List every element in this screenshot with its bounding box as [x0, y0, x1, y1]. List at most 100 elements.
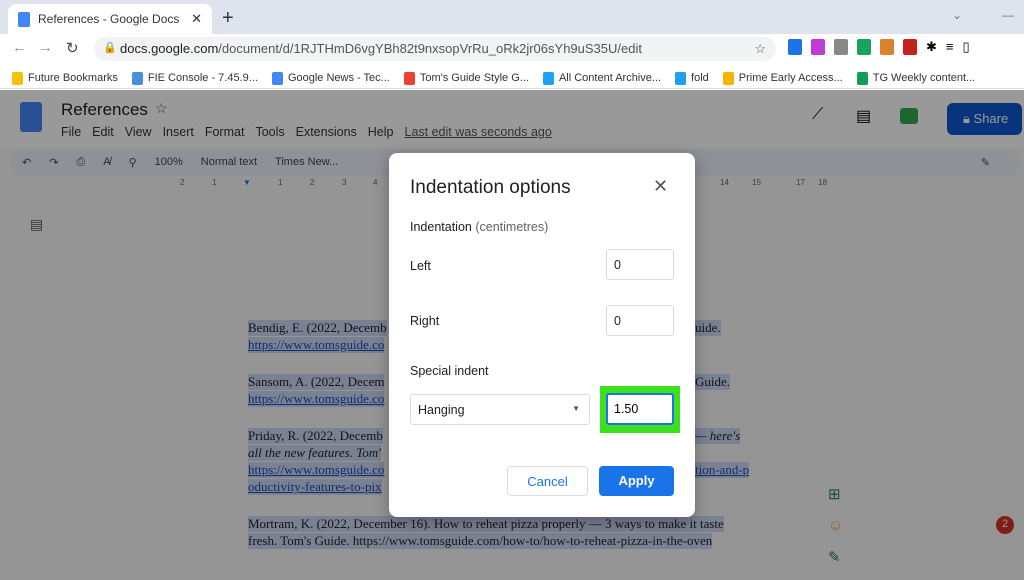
style-select[interactable]: Normal text — [201, 156, 257, 176]
cancel-button[interactable]: Cancel — [507, 466, 588, 496]
doc-text-line: fresh. Tom's Guide. https://www.tomsguid… — [248, 533, 713, 549]
add-comment-icon[interactable]: ⊞ — [828, 485, 843, 503]
extension-icon[interactable] — [834, 39, 848, 55]
undo-icon[interactable]: ↶ — [22, 156, 31, 176]
right-label: Right — [410, 314, 440, 328]
document-title[interactable]: References — [61, 100, 148, 120]
unit-label: (centimetres) — [475, 220, 549, 234]
doc-text-line: Mortram, K. (2022, December 16). How to … — [248, 516, 724, 532]
special-indent-select[interactable]: Hanging ▼ — [410, 394, 590, 425]
lock-icon: 🔒︎ — [963, 111, 974, 126]
menu-edit[interactable]: Edit — [92, 125, 114, 139]
window-controls: ⌄ — — [952, 8, 1014, 22]
close-icon[interactable]: ✕ — [653, 176, 668, 197]
extensions: ✱ ≡ ▯ — [788, 39, 970, 55]
left-indent-input[interactable]: 0 — [606, 249, 674, 280]
close-tab-icon[interactable]: ✕ — [191, 11, 202, 27]
url-domain: docs.google.com — [120, 41, 219, 56]
doc-text-line: Bendig, E. (2022, Decemb — [248, 320, 387, 336]
special-indent-type: Hanging — [418, 403, 465, 417]
doc-link[interactable]: oductivity-features-to-pix — [248, 479, 382, 495]
menu-extensions[interactable]: Extensions — [296, 125, 357, 139]
spellcheck-icon[interactable]: A̸ — [103, 156, 110, 176]
url-input[interactable]: 🔒 docs.google.com/document/d/1RJTHmD6vgYB… — [94, 37, 776, 61]
extension-icon[interactable] — [857, 39, 871, 55]
section-label: Indentation — [410, 220, 472, 234]
star-icon[interactable]: ☆ — [754, 41, 766, 57]
edit-mode-icon[interactable]: ✎ — [981, 156, 990, 176]
outline-icon[interactable]: ▤ — [30, 216, 43, 233]
menu-file[interactable]: File — [61, 125, 81, 139]
ruler-tick: 1 — [278, 178, 283, 187]
menu-view[interactable]: View — [125, 125, 152, 139]
menu-tools[interactable]: Tools — [255, 125, 284, 139]
bookmark[interactable]: Tom's Guide Style G... — [403, 68, 529, 88]
bookmark-icon — [542, 71, 554, 85]
extension-icon[interactable] — [903, 39, 917, 55]
bookmark[interactable]: FIE Console - 7.45.9... — [131, 68, 258, 88]
bookmark-label: Future Bookmarks — [28, 72, 118, 84]
back-icon[interactable]: ← — [12, 39, 27, 56]
bookmark-icon — [675, 71, 687, 85]
special-indent-value-input[interactable]: 1.50 — [606, 393, 674, 425]
doc-link[interactable]: https://www.tomsguide.co — [248, 462, 385, 478]
sidebar-icon[interactable]: ▯ — [963, 39, 970, 55]
bookmark[interactable]: Prime Early Access... — [722, 68, 843, 88]
url-path: /document/d/1RJTHmD6vgYBh82t9nxsopVrRu_o… — [218, 41, 642, 56]
extension-icon[interactable] — [788, 39, 802, 55]
reload-icon[interactable]: ↻ — [66, 39, 79, 57]
paint-format-icon[interactable]: ⚲ — [129, 156, 137, 176]
ruler-tick: 2 — [180, 178, 185, 187]
menu-help[interactable]: Help — [368, 125, 394, 139]
doc-text-line: all the new features. Tom' — [248, 445, 381, 461]
docs-icon — [18, 11, 30, 27]
share-button[interactable]: 🔒︎ Share — [947, 103, 1022, 135]
ruler-tick: 4 — [373, 178, 378, 187]
suggest-edit-icon[interactable]: ✎ — [828, 548, 843, 566]
redo-icon[interactable]: ↷ — [49, 156, 58, 176]
doc-text-line: uide. — [695, 320, 721, 336]
emoji-icon[interactable]: ☺ — [828, 517, 843, 534]
apply-button[interactable]: Apply — [599, 466, 674, 496]
puzzle-icon[interactable]: ✱ — [926, 39, 937, 55]
bookmark[interactable]: TG Weekly content... — [856, 68, 976, 88]
comments-icon[interactable]: ▤ — [856, 106, 871, 126]
zoom-select[interactable]: 100% — [155, 156, 183, 176]
extension-icon[interactable] — [880, 39, 894, 55]
minimize-icon[interactable]: — — [1002, 8, 1014, 22]
indent-marker-icon[interactable]: ▼ — [243, 178, 251, 187]
last-edit-link[interactable]: Last edit was seconds ago — [405, 125, 552, 139]
activity-icon[interactable]: ⟋ — [812, 106, 823, 124]
menu-format[interactable]: Format — [205, 125, 245, 139]
bookmark[interactable]: Future Bookmarks — [12, 68, 118, 88]
bookmark-icon — [722, 71, 734, 85]
extension-icon[interactable] — [811, 39, 825, 55]
browser-tab[interactable]: References - Google Docs ✕ — [8, 4, 212, 34]
new-tab-button[interactable]: + — [222, 7, 234, 30]
doc-link[interactable]: https://www.tomsguide.co — [248, 391, 385, 407]
reading-list-icon[interactable]: ≡ — [946, 39, 954, 55]
doc-link[interactable]: tion-and-p — [695, 462, 750, 478]
share-label: Share — [973, 111, 1009, 126]
notification-badge[interactable]: 2 — [996, 516, 1014, 534]
print-icon[interactable]: ⎙ — [76, 156, 85, 176]
menu-bar: File Edit View Insert Format Tools Extensions H… — [61, 125, 552, 139]
bookmark-label: TG Weekly content... — [872, 72, 976, 84]
menu-insert[interactable]: Insert — [163, 125, 194, 139]
doc-link[interactable]: https://www.tomsguide.co — [248, 337, 385, 353]
meet-icon[interactable] — [900, 108, 918, 124]
docs-logo-icon[interactable] — [20, 102, 42, 132]
forward-icon[interactable]: → — [38, 39, 53, 56]
chevron-down-icon[interactable]: ⌄ — [952, 8, 962, 22]
bookmark[interactable]: fold — [675, 68, 709, 88]
bookmark[interactable]: All Content Archive... — [542, 68, 661, 88]
special-indent-label: Special indent — [410, 364, 489, 378]
indentation-heading: Indentation (centimetres) — [410, 220, 548, 234]
right-indent-input[interactable]: 0 — [606, 305, 674, 336]
google-icon — [403, 71, 415, 85]
bookmarks-bar: Future Bookmarks FIE Console - 7.45.9...… — [0, 62, 1024, 89]
star-icon[interactable]: ☆ — [155, 100, 168, 117]
font-select[interactable]: Times New... — [275, 156, 338, 176]
bookmark[interactable]: Google News - Tec... — [271, 68, 390, 88]
bookmark-label: Google News - Tec... — [287, 72, 390, 84]
